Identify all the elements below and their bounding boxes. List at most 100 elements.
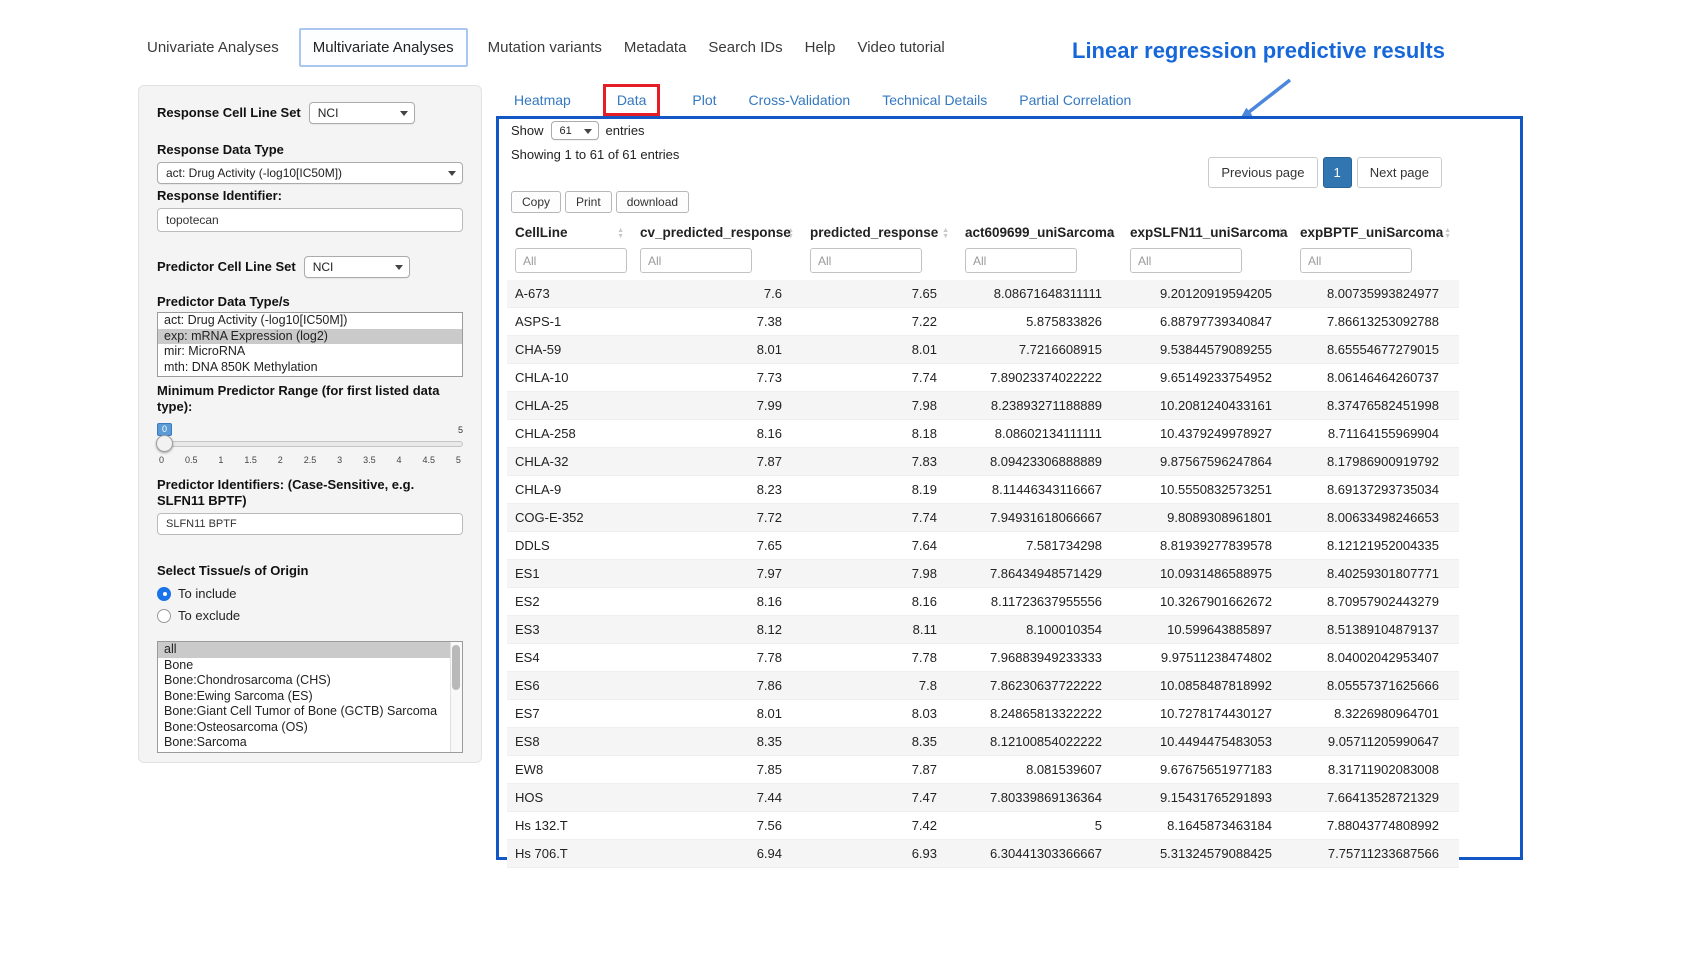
show-entries-select[interactable]: 61 xyxy=(551,121,599,140)
nav-tab-video-tutorial[interactable]: Video tutorial xyxy=(855,29,946,66)
slider-handle[interactable] xyxy=(156,435,173,452)
nav-tab-metadata[interactable]: Metadata xyxy=(622,29,689,66)
filter-input-cv-predicted-response[interactable] xyxy=(640,248,752,273)
filter-input-expslfn11-unisarcoma[interactable] xyxy=(1130,248,1242,273)
chevron-down-icon xyxy=(584,129,592,134)
response-identifier-input[interactable] xyxy=(157,208,463,232)
tissue-option-bone-giant-cell-tumor-of-bone-gctb-sarcoma[interactable]: Bone:Giant Cell Tumor of Bone (GCTB) Sar… xyxy=(158,704,462,720)
current-page-button[interactable]: 1 xyxy=(1323,157,1352,188)
filter-input-expbptf-unisarcoma[interactable] xyxy=(1300,248,1412,273)
table-row: ES28.168.168.1172363795555610.3267901662… xyxy=(507,588,1459,616)
table-cell: 8.04002042953407 xyxy=(1292,644,1459,672)
sort-icon[interactable]: ▲▼ xyxy=(1444,228,1451,240)
tab-cross-validation[interactable]: Cross-Validation xyxy=(749,92,851,108)
slider-tick: 5 xyxy=(456,455,461,465)
min-predictor-range-slider: 0 5 00.511.522.533.544.55 xyxy=(157,423,463,469)
tissue-option-bone[interactable]: Bone xyxy=(158,658,462,674)
column-header-cellline[interactable]: ▲▼CellLine xyxy=(507,217,632,246)
sidebar-panel: Response Cell Line Set NCI Response Data… xyxy=(138,85,482,763)
scrollbar-thumb[interactable] xyxy=(452,645,460,690)
chevron-down-icon xyxy=(400,111,408,116)
slider-track[interactable] xyxy=(157,441,463,447)
sort-icon[interactable]: ▲▼ xyxy=(942,228,949,240)
annotation-title: Linear regression predictive results xyxy=(1072,38,1445,64)
copy-button[interactable]: Copy xyxy=(511,191,561,213)
nav-tab-univariate-analyses[interactable]: Univariate Analyses xyxy=(145,29,281,66)
predictor-identifiers-input[interactable] xyxy=(157,513,463,535)
tab-partial-correlation[interactable]: Partial Correlation xyxy=(1019,92,1131,108)
tissue-option-bone-ewing-sarcoma-es[interactable]: Bone:Ewing Sarcoma (ES) xyxy=(158,689,462,705)
nav-tab-search-ids[interactable]: Search IDs xyxy=(706,29,784,66)
download-button[interactable]: download xyxy=(616,191,689,213)
table-cell: 8.03 xyxy=(802,700,957,728)
nav-tab-multivariate-analyses[interactable]: Multivariate Analyses xyxy=(299,28,468,67)
column-header-predicted-response[interactable]: ▲▼predicted_response xyxy=(802,217,957,246)
table-cell: CHLA-258 xyxy=(507,420,632,448)
tab-plot[interactable]: Plot xyxy=(692,92,716,108)
tissue-option-bone-chondrosarcoma-chs[interactable]: Bone:Chondrosarcoma (CHS) xyxy=(158,673,462,689)
column-header-expbptf-unisarcoma[interactable]: ▲▼expBPTF_uniSarcoma xyxy=(1292,217,1459,246)
table-cell: 5.31324579088425 xyxy=(1122,840,1292,868)
response-data-type-select[interactable]: act: Drug Activity (-log10[IC50M]) xyxy=(157,162,463,184)
table-row: ES67.867.87.8623063772222210.08584878189… xyxy=(507,672,1459,700)
chevron-down-icon xyxy=(448,171,456,176)
slider-tick: 4.5 xyxy=(422,455,435,465)
table-cell: 6.30441303366667 xyxy=(957,840,1122,868)
table-cell: 7.581734298 xyxy=(957,532,1122,560)
show-entries-value: 61 xyxy=(560,125,572,137)
table-cell: 7.38 xyxy=(632,308,802,336)
previous-page-button[interactable]: Previous page xyxy=(1208,157,1317,188)
results-table: ▲▼CellLine▲▼cv_predicted_response▲▼predi… xyxy=(507,217,1459,868)
exclude-radio[interactable]: To exclude xyxy=(157,608,463,623)
table-cell: ES3 xyxy=(507,616,632,644)
table-cell: 6.93 xyxy=(802,840,957,868)
include-radio[interactable]: To include xyxy=(157,586,463,601)
table-cell: 8.06146464260737 xyxy=(1292,364,1459,392)
show-entries-row: Show 61 entries xyxy=(511,121,645,140)
table-cell: 10.4494475483053 xyxy=(1122,728,1292,756)
tissue-option-bone-sarcoma[interactable]: Bone:Sarcoma xyxy=(158,735,462,751)
option-mth-dna-850k-methylation[interactable]: mth: DNA 850K Methylation xyxy=(158,360,462,376)
tissue-option-bone-osteosarcoma-os[interactable]: Bone:Osteosarcoma (OS) xyxy=(158,720,462,736)
table-cell: 10.5550832573251 xyxy=(1122,476,1292,504)
option-exp-mrna-expression-log2[interactable]: exp: mRNA Expression (log2) xyxy=(158,329,462,345)
table-cell: 7.98 xyxy=(802,392,957,420)
option-mir-microrna[interactable]: mir: MicroRNA xyxy=(158,344,462,360)
next-page-button[interactable]: Next page xyxy=(1357,157,1442,188)
tissue-listbox: allBoneBone:Chondrosarcoma (CHS)Bone:Ewi… xyxy=(157,641,463,753)
table-cell: 8.51389104879137 xyxy=(1292,616,1459,644)
column-header-expslfn11-unisarcoma[interactable]: ▲▼expSLFN11_uniSarcoma xyxy=(1122,217,1292,246)
table-cell: 8.70957902443279 xyxy=(1292,588,1459,616)
table-cell: 9.67675651977183 xyxy=(1122,756,1292,784)
filter-input-cellline[interactable] xyxy=(515,248,627,273)
table-cell: 7.75711233687566 xyxy=(1292,840,1459,868)
tissue-scrollbar[interactable] xyxy=(450,642,462,752)
tissue-option-peripheral-nervous-system[interactable]: Peripheral_Nervous_System xyxy=(158,751,462,754)
tab-technical-details[interactable]: Technical Details xyxy=(882,92,987,108)
response-cell-line-set-select[interactable]: NCI xyxy=(309,102,415,124)
sort-icon[interactable]: ▲▼ xyxy=(617,228,624,240)
tab-data[interactable]: Data xyxy=(603,84,661,116)
nav-tab-mutation-variants[interactable]: Mutation variants xyxy=(486,29,604,66)
print-button[interactable]: Print xyxy=(565,191,612,213)
table-cell: 7.22 xyxy=(802,308,957,336)
slider-tick: 0.5 xyxy=(185,455,198,465)
table-cell: 8.35 xyxy=(802,728,957,756)
tab-heatmap[interactable]: Heatmap xyxy=(514,92,571,108)
table-row: CHLA-257.997.988.2389327118888910.208124… xyxy=(507,392,1459,420)
column-header-act609699-unisarcoma[interactable]: ▲▼act609699_uniSarcoma xyxy=(957,217,1122,246)
column-header-cv-predicted-response[interactable]: ▲▼cv_predicted_response xyxy=(632,217,802,246)
table-row: CHLA-2588.168.188.0860213411111110.43792… xyxy=(507,420,1459,448)
option-act-drug-activity-log10-ic50m[interactable]: act: Drug Activity (-log10[IC50M]) xyxy=(158,313,462,329)
filter-input-act609699-unisarcoma[interactable] xyxy=(965,248,1077,273)
pagination: Previous page 1 Next page xyxy=(1208,157,1442,188)
table-cell: ES2 xyxy=(507,588,632,616)
predictor-cell-line-set-select[interactable]: NCI xyxy=(304,256,410,278)
table-row: Hs 706.T6.946.936.304413033666675.313245… xyxy=(507,840,1459,868)
table-cell: 7.47 xyxy=(802,784,957,812)
column-header-label: cv_predicted_response xyxy=(640,225,791,240)
table-row: ES47.787.787.968839492333339.97511238474… xyxy=(507,644,1459,672)
nav-tab-help[interactable]: Help xyxy=(803,29,838,66)
filter-input-predicted-response[interactable] xyxy=(810,248,922,273)
tissue-option-all[interactable]: all xyxy=(158,642,462,658)
